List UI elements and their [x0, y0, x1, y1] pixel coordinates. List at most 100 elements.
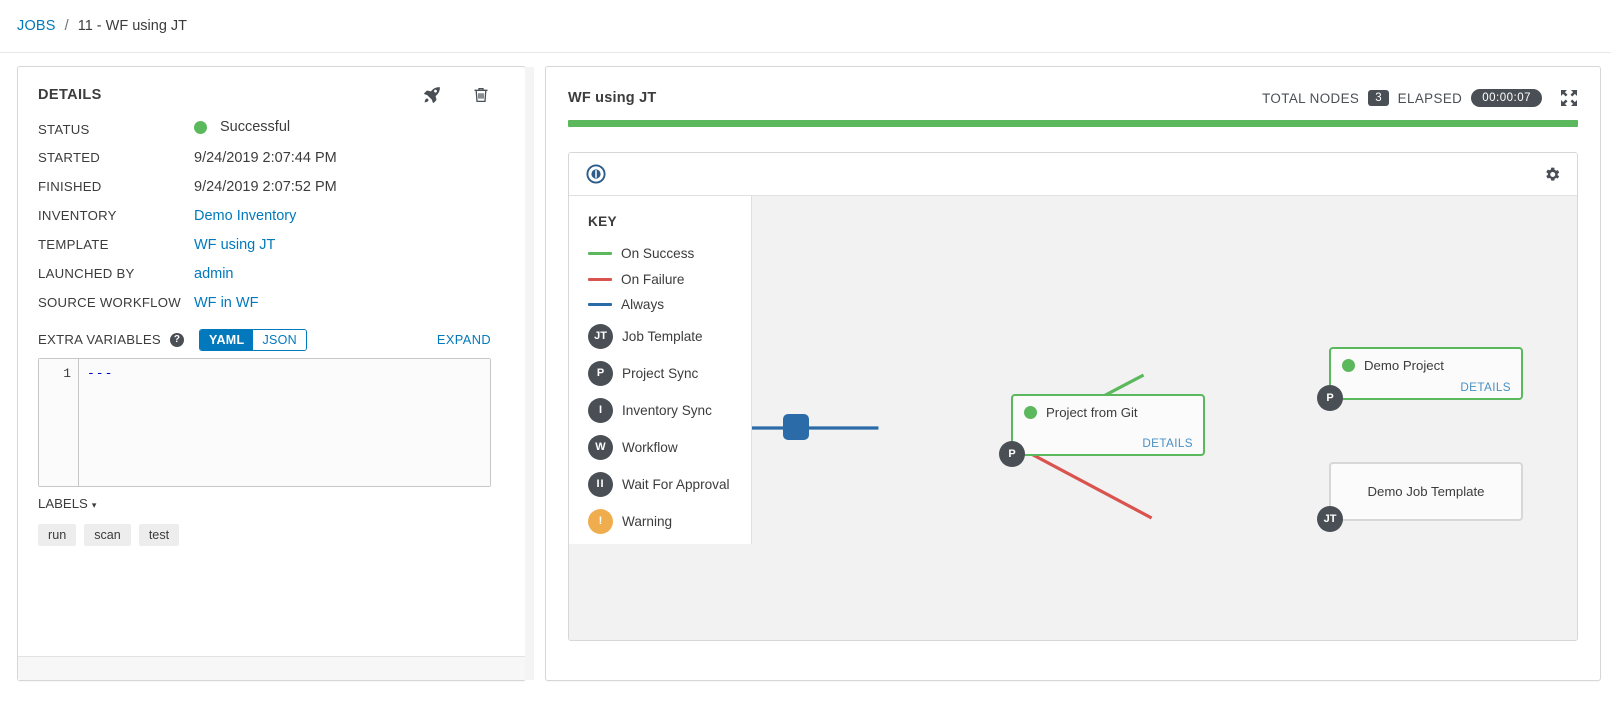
- labels-toggle[interactable]: LABELS ▾: [38, 496, 505, 511]
- details-panel: DETAILS STATUS Successful STARTED 9/24/2…: [17, 66, 534, 681]
- label-chip[interactable]: run: [38, 523, 77, 546]
- key-label: Warning: [622, 513, 673, 529]
- relaunch-icon[interactable]: [422, 85, 442, 105]
- node-title: Demo Project: [1331, 349, 1521, 373]
- node-details-link[interactable]: DETAILS: [1460, 381, 1511, 394]
- detail-value: Successful: [194, 119, 290, 135]
- detail-row-inventory: INVENTORY Demo Inventory: [38, 208, 505, 224]
- elapsed-label: ELAPSED: [1397, 90, 1463, 106]
- detail-row-source-workflow: SOURCE WORKFLOW WF in WF: [38, 295, 505, 311]
- node-label: Demo Job Template: [1367, 484, 1485, 499]
- source-workflow-link[interactable]: WF in WF: [194, 295, 258, 311]
- labels-chip-list: run scan test: [38, 523, 505, 546]
- editor-content[interactable]: ---: [79, 358, 490, 486]
- details-list: STATUS Successful STARTED 9/24/2019 2:07…: [38, 119, 505, 311]
- detail-key: SOURCE WORKFLOW: [38, 294, 181, 310]
- key-row-on-success: On Success: [588, 241, 751, 267]
- workflow-panel: WF using JT TOTAL NODES 3 ELAPSED 00:00:…: [545, 66, 1601, 681]
- expand-variables-link[interactable]: EXPAND: [437, 332, 505, 347]
- launched-by-link[interactable]: admin: [194, 266, 234, 282]
- key-row-wait-for-approval: II Wait For Approval: [588, 466, 751, 503]
- start-node[interactable]: [783, 414, 809, 440]
- details-header: DETAILS: [38, 85, 505, 105]
- detail-key: FINISHED: [38, 178, 102, 194]
- toggle-json[interactable]: JSON: [253, 329, 306, 350]
- job-template-icon: JT: [588, 323, 613, 349]
- format-toggle[interactable]: YAML JSON: [198, 328, 307, 351]
- on-success-line-icon: [588, 252, 612, 256]
- breadcrumb-jobs-link[interactable]: JOBS: [17, 18, 56, 34]
- detail-key: LAUNCHED BY: [38, 265, 135, 281]
- key-label: Wait For Approval: [622, 476, 730, 492]
- extra-variables-editor[interactable]: 1 ---: [38, 357, 491, 487]
- inventory-sync-icon: I: [588, 397, 613, 423]
- workflow-node-demo-project[interactable]: Demo Project DETAILS P: [1317, 347, 1523, 411]
- key-label: Project Sync: [622, 365, 699, 381]
- total-nodes-label: TOTAL NODES: [1262, 90, 1360, 106]
- extra-variables-row: EXTRA VARIABLES ? YAML JSON EXPAND: [38, 328, 505, 351]
- details-title: DETAILS: [38, 87, 102, 103]
- node-details-link[interactable]: DETAILS: [1142, 437, 1193, 450]
- project-sync-icon: P: [588, 360, 613, 386]
- delete-icon[interactable]: [471, 85, 491, 105]
- detail-row-status: STATUS Successful: [38, 119, 505, 137]
- label-chip[interactable]: test: [138, 523, 180, 546]
- breadcrumb: JOBS / 11 - WF using JT: [0, 0, 1611, 53]
- expand-arrows-icon[interactable]: [1560, 89, 1578, 107]
- node-type-badge-project-sync: P: [999, 441, 1025, 467]
- detail-key: STATUS: [38, 121, 90, 137]
- key-title: KEY: [588, 214, 617, 229]
- graph-toolbar: [569, 153, 1577, 196]
- on-failure-line-icon: [588, 277, 612, 281]
- workflow-icon: W: [588, 434, 613, 460]
- workflow-title: WF using JT: [568, 90, 657, 106]
- node-status-dot-icon: [1024, 406, 1037, 419]
- workflow-graph-container: KEY On Success On Failure Always JT Job …: [568, 152, 1578, 641]
- graph-key-panel: KEY On Success On Failure Always JT Job …: [569, 196, 752, 544]
- key-row-job-template: JT Job Template: [588, 318, 751, 355]
- detail-row-launched-by: LAUNCHED BY admin: [38, 266, 505, 282]
- workflow-node-project-from-git[interactable]: Project from Git DETAILS P: [999, 394, 1205, 467]
- detail-key: TEMPLATE: [38, 236, 109, 252]
- chevron-down-icon: ▾: [91, 499, 97, 510]
- label-chip[interactable]: scan: [84, 523, 131, 546]
- page-body: DETAILS STATUS Successful STARTED 9/24/2…: [0, 53, 1611, 701]
- compass-icon[interactable]: [585, 163, 607, 185]
- status-badge: Successful: [220, 119, 291, 135]
- help-icon[interactable]: ?: [169, 332, 184, 347]
- gear-icon[interactable]: [1544, 166, 1561, 183]
- key-row-inventory-sync: I Inventory Sync: [588, 392, 751, 429]
- workflow-graph-canvas[interactable]: KEY On Success On Failure Always JT Job …: [569, 196, 1577, 640]
- status-dot-icon: [194, 120, 207, 134]
- key-row-on-failure: On Failure: [588, 267, 751, 293]
- detail-value: 9/24/2019 2:07:44 PM: [194, 149, 337, 166]
- toggle-yaml[interactable]: YAML: [199, 329, 254, 350]
- key-label: Inventory Sync: [622, 402, 712, 418]
- detail-row-finished: FINISHED 9/24/2019 2:07:52 PM: [38, 179, 505, 195]
- labels-label: LABELS: [38, 495, 88, 511]
- editor-line-numbers: 1: [39, 358, 79, 486]
- key-row-workflow: W Workflow: [588, 429, 751, 466]
- inventory-link[interactable]: Demo Inventory: [194, 208, 296, 224]
- node-type-badge-job-template: JT: [1317, 506, 1343, 532]
- total-nodes-badge: 3: [1368, 90, 1389, 106]
- warning-icon: !: [588, 508, 613, 534]
- key-label: On Failure: [621, 271, 685, 287]
- key-row-warning: ! Warning: [588, 503, 751, 540]
- workflow-node-demo-job-template[interactable]: Demo Job Template JT: [1317, 462, 1523, 532]
- template-link[interactable]: WF using JT: [194, 237, 275, 253]
- key-row-always: Always: [588, 292, 751, 318]
- detail-key: INVENTORY: [38, 207, 117, 223]
- details-card-footer: [18, 656, 525, 680]
- key-label: Job Template: [622, 328, 703, 344]
- workflow-progress-bar: [568, 120, 1578, 127]
- extra-variables-label: EXTRA VARIABLES: [38, 332, 161, 347]
- breadcrumb-separator: /: [64, 18, 69, 34]
- node-status-dot-icon: [1342, 359, 1355, 372]
- key-label: Workflow: [622, 439, 678, 455]
- always-line-icon: [588, 303, 612, 307]
- details-scrollbar[interactable]: [525, 67, 534, 680]
- detail-value: 9/24/2019 2:07:52 PM: [194, 178, 337, 195]
- node-label: Demo Project: [1364, 358, 1444, 373]
- node-type-badge-project-sync: P: [1317, 385, 1343, 411]
